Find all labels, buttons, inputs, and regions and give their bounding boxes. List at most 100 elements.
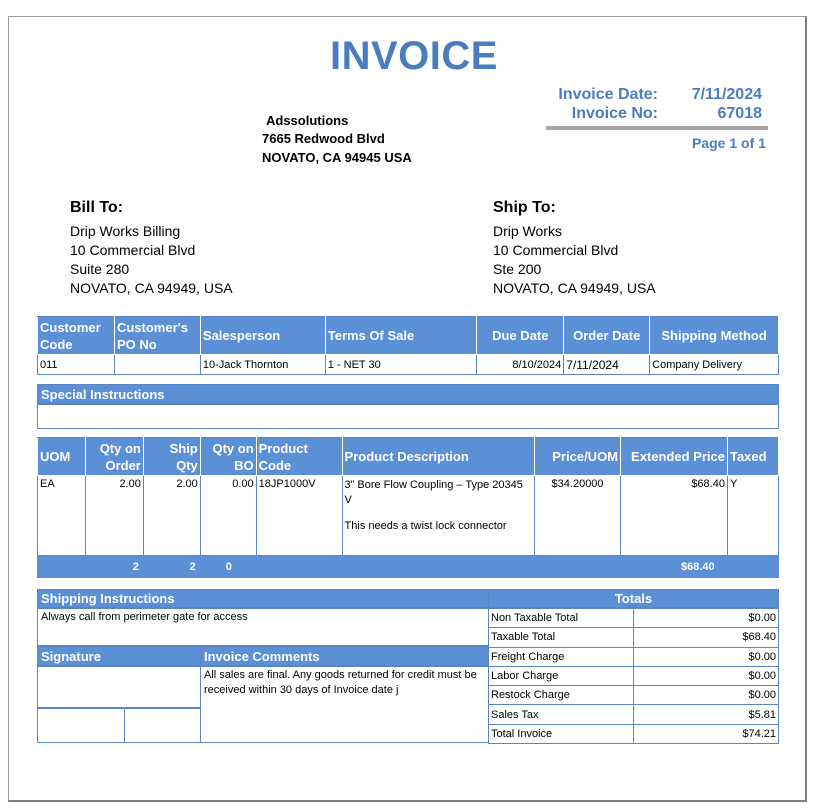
- header-due-date: Due Date: [476, 316, 565, 355]
- shipping-instructions-label: Shipping Instructions: [37, 589, 489, 608]
- ship-to-address: Drip Works 10 Commercial Blvd Ste 200 NO…: [493, 222, 656, 298]
- ship-to-line: NOVATO, CA 94949, USA: [493, 280, 656, 296]
- company-street: 7665 Redwood Blvd: [262, 131, 385, 146]
- signature-label: Signature: [37, 646, 201, 666]
- customer-po: [113, 354, 201, 375]
- table-row: Restock Charge $0.00: [488, 685, 780, 706]
- item-uom: EA: [37, 475, 86, 556]
- table-row: Freight Charge $0.00: [488, 646, 780, 667]
- header-shipping-method: Shipping Method: [649, 316, 779, 355]
- totals-row-value: $0.00: [632, 685, 780, 706]
- header-price-uom: Price/UOM: [534, 437, 622, 476]
- totals-row-value: $74.21: [632, 723, 780, 745]
- totals-row-value: $0.00: [632, 646, 780, 667]
- bill-to-line: Drip Works Billing: [70, 223, 181, 239]
- invoice-comments-label: Invoice Comments: [200, 646, 489, 666]
- header-taxed: Taxed: [726, 437, 780, 476]
- terms-of-sale: 1 - NET 30: [324, 354, 478, 375]
- signature-date-box[interactable]: [124, 708, 201, 743]
- item-qty-bo: 0.00: [199, 475, 257, 556]
- item-extended-price: $68.40: [620, 475, 728, 556]
- item-product-code: 18JP1000V: [255, 475, 343, 556]
- invoice-comments-text: All sales are final. Any goods returned …: [200, 666, 489, 743]
- items-totals-row: 2 2 0 $68.40: [37, 555, 780, 578]
- header-product-description: Product Description: [341, 437, 536, 476]
- item-description: 3” Bore Flow Coupling – Type 20345 V: [344, 479, 523, 506]
- totals-row-value: $5.81: [632, 704, 780, 725]
- table-row: Taxable Total $68.40: [488, 627, 780, 648]
- header-customer-po: Customer's PO No: [113, 316, 201, 355]
- header-qty-order: Qty on Order: [84, 437, 144, 476]
- table-row: Sales Tax $5.81: [488, 704, 780, 725]
- table-row: Non Taxable Total $0.00: [488, 607, 780, 629]
- header-order-date: Order Date: [563, 316, 651, 355]
- shipping-instructions-text: Always call from perimeter gate for acce…: [37, 608, 489, 646]
- invoice-no-value: 67018: [717, 105, 763, 122]
- meta-divider: [546, 126, 768, 130]
- totals-row-label: Sales Tax: [488, 704, 634, 725]
- bill-to-line: NOVATO, CA 94949, USA: [70, 280, 233, 296]
- order-info-header: Customer Code Customer's PO No Salespers…: [37, 316, 779, 355]
- due-date: 8/10/2024: [476, 354, 565, 375]
- header-salesperson: Salesperson: [199, 316, 326, 355]
- header-qty-bo: Qty on BO: [199, 437, 257, 476]
- shipping-method: Company Delivery: [649, 354, 779, 375]
- item-description-cell: 3” Bore Flow Coupling – Type 20345 V Thi…: [341, 475, 536, 556]
- header-product-code: Product Code: [255, 437, 343, 476]
- company-name: Adssolutions: [266, 113, 349, 128]
- line-items-table: UOM Qty on Order Ship Qty Qty on BO Prod…: [37, 437, 780, 578]
- header-ship-qty: Ship Qty: [142, 437, 201, 476]
- table-row: Labor Charge $0.00: [488, 665, 780, 687]
- totals-row-label: Taxable Total: [488, 627, 634, 648]
- header-uom: UOM: [37, 437, 86, 476]
- ship-to-line: Drip Works: [493, 223, 562, 239]
- bill-to-address: Drip Works Billing 10 Commercial Blvd Su…: [70, 222, 233, 298]
- total-ship-qty: 2: [142, 555, 201, 578]
- total-qty-bo: 0: [199, 555, 257, 578]
- bill-to-line: Suite 280: [70, 261, 130, 277]
- total-qty-order: 2: [84, 555, 144, 578]
- totals-row-label: Non Taxable Total: [488, 607, 634, 629]
- totals-row-value: $0.00: [632, 607, 780, 629]
- header-customer-code: Customer Code: [37, 316, 115, 355]
- ship-to-line: 10 Commercial Blvd: [493, 242, 619, 258]
- order-date: 7/11/2024: [563, 354, 651, 375]
- items-header: UOM Qty on Order Ship Qty Qty on BO Prod…: [37, 437, 780, 476]
- totals-row-value: $68.40: [632, 627, 780, 648]
- total-extended: $68.40: [620, 555, 728, 578]
- ship-to-line: Ste 200: [493, 261, 542, 277]
- totals-row-value: $0.00: [632, 665, 780, 687]
- order-info-row: 011 10-Jack Thornton 1 - NET 30 8/10/202…: [37, 354, 779, 375]
- header-terms: Terms Of Sale: [324, 316, 478, 355]
- totals-table: Non Taxable Total $0.00 Taxable Total $6…: [488, 607, 780, 745]
- signature-box[interactable]: [37, 666, 201, 708]
- item-taxed: Y: [726, 475, 780, 556]
- totals-label: Totals: [488, 589, 779, 608]
- table-row: EA 2.00 2.00 0.00 18JP1000V 3” Bore Flow…: [37, 475, 780, 556]
- company-city: NOVATO, CA 94945 USA: [262, 150, 412, 165]
- page-number: Page 1 of 1: [692, 135, 766, 151]
- item-ship-qty: 2.00: [142, 475, 201, 556]
- totals-row-label: Freight Charge: [488, 646, 634, 667]
- item-note: This needs a twist lock connector: [344, 520, 507, 532]
- invoice-date-label: Invoice Date:: [558, 86, 658, 103]
- special-instructions-label: Special Instructions: [37, 384, 779, 404]
- invoice-no-label: Invoice No:: [571, 105, 658, 122]
- bill-to-line: 10 Commercial Blvd: [70, 242, 196, 258]
- invoice-date-value: 7/11/2024: [691, 86, 762, 103]
- special-instructions-text: [37, 404, 779, 429]
- table-row: Total Invoice $74.21: [488, 723, 780, 745]
- header-extended-price: Extended Price: [620, 437, 728, 476]
- ship-to-heading: Ship To:: [493, 199, 556, 216]
- signature-subbox[interactable]: [37, 708, 125, 743]
- item-price-uom: $34.20000: [534, 475, 622, 556]
- order-info-table: Customer Code Customer's PO No Salespers…: [37, 316, 779, 375]
- totals-row-label: Total Invoice: [488, 723, 634, 745]
- item-qty-order: 2.00: [84, 475, 144, 556]
- totals-row-label: Restock Charge: [488, 685, 634, 706]
- customer-code: 011: [37, 354, 115, 375]
- totals-row-label: Labor Charge: [488, 665, 634, 687]
- invoice-title: INVOICE: [330, 34, 498, 78]
- salesperson: 10-Jack Thornton: [199, 354, 326, 375]
- bill-to-heading: Bill To:: [70, 199, 124, 216]
